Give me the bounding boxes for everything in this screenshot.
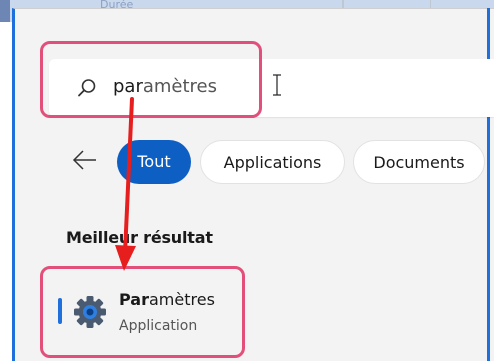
arrow-left-icon[interactable] bbox=[72, 148, 98, 172]
result-highlight-box bbox=[40, 266, 245, 358]
text-cursor-icon bbox=[273, 74, 281, 96]
tab-documents[interactable]: Documents bbox=[353, 140, 485, 184]
annotation-arrow-icon bbox=[115, 97, 136, 271]
background-window-edge bbox=[0, 0, 10, 22]
search-highlight-box bbox=[40, 41, 262, 118]
tab-applications[interactable]: Applications bbox=[200, 140, 345, 184]
